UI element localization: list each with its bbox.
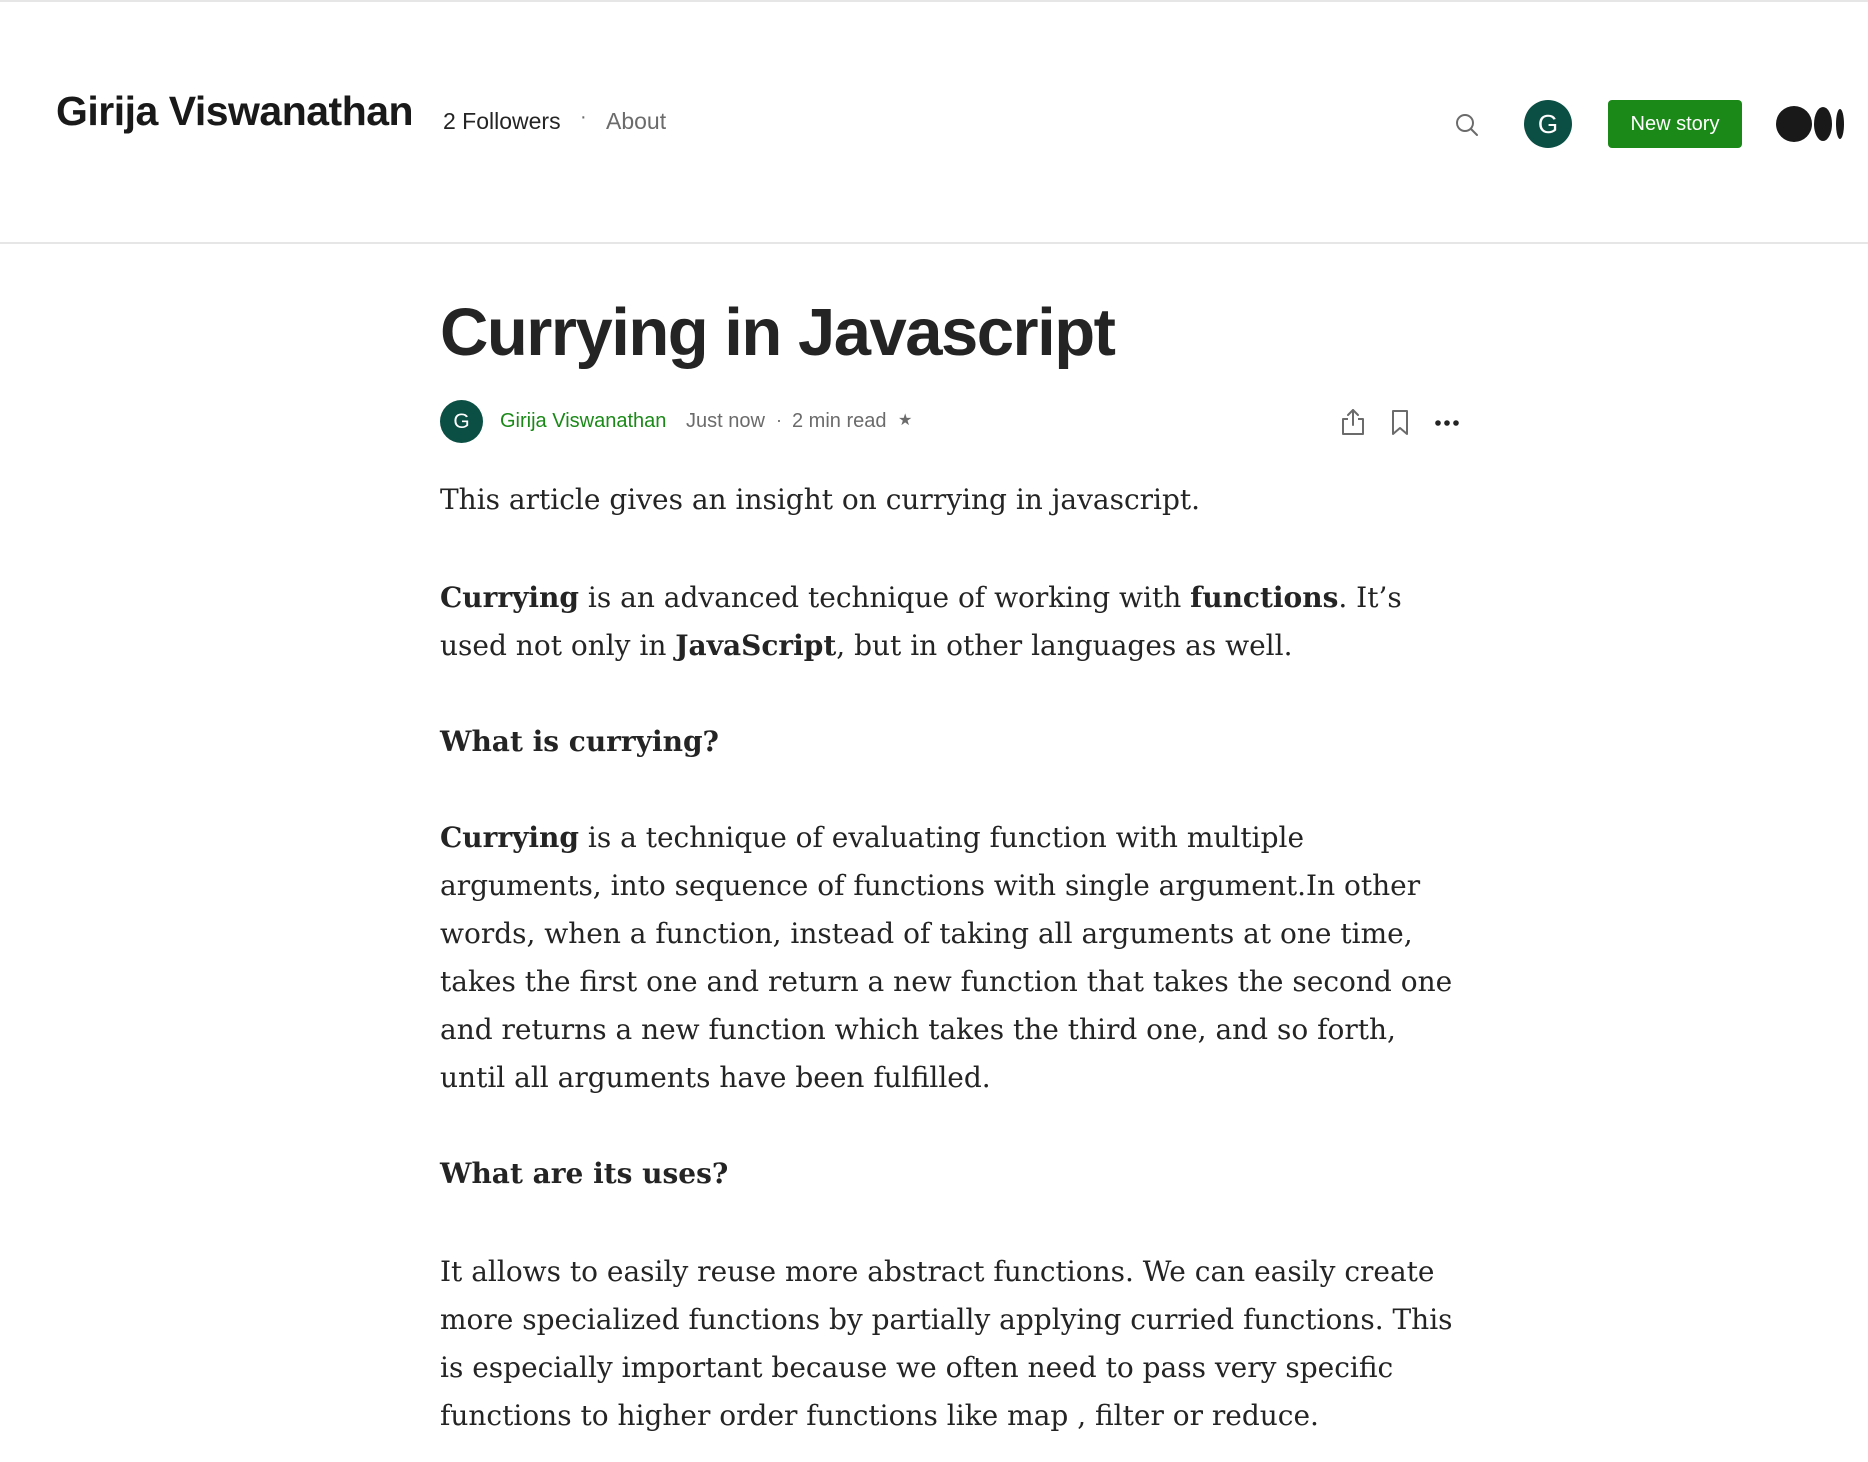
- top-header: Girija Viswanathan 2 Followers · About G…: [0, 2, 1868, 244]
- author-avatar[interactable]: G: [440, 400, 483, 443]
- share-icon[interactable]: [1338, 406, 1368, 438]
- bold-text: functions: [1190, 581, 1339, 614]
- bold-text: Currying: [440, 581, 579, 614]
- publish-time: Just now: [686, 410, 765, 432]
- publication-name[interactable]: Girija Viswanathan: [56, 88, 414, 135]
- more-icon[interactable]: [1432, 406, 1462, 438]
- user-avatar[interactable]: G: [1524, 100, 1572, 148]
- article-title: Currying in Javascript: [440, 295, 1116, 370]
- new-story-button[interactable]: New story: [1608, 100, 1742, 148]
- bookmark-icon[interactable]: [1385, 406, 1415, 438]
- member-star-icon: ★: [898, 410, 913, 429]
- heading-uses: What are its uses?: [440, 1157, 729, 1190]
- medium-logo-icon[interactable]: [1776, 104, 1846, 144]
- paragraph-uses: It allows to easily reuse more abstract …: [440, 1255, 1453, 1432]
- paragraph-definition: Currying is a technique of evaluating fu…: [440, 814, 1470, 1102]
- followers-link[interactable]: 2 Followers: [443, 108, 561, 135]
- read-time: 2 min read: [792, 410, 887, 432]
- bold-text: JavaScript: [675, 629, 837, 662]
- heading-what-is-currying: What is currying?: [440, 725, 719, 758]
- article-meta: G Girija Viswanathan Just now · 2 min re…: [440, 400, 1470, 448]
- article-page: Girija Viswanathan 2 Followers · About G…: [0, 0, 1868, 1462]
- paragraph-text: is a technique of evaluating function wi…: [440, 821, 1453, 1094]
- paragraph-text: is an advanced technique of working with: [579, 581, 1191, 614]
- bold-text: Currying: [440, 821, 579, 854]
- paragraph-text: , but in other languages as well.: [836, 629, 1293, 662]
- about-link[interactable]: About: [606, 108, 666, 135]
- author-name-link[interactable]: Girija Viswanathan: [500, 410, 666, 433]
- header-separator: ·: [580, 106, 587, 128]
- paragraph-currying-intro: Currying is an advanced technique of wor…: [440, 574, 1470, 670]
- search-icon[interactable]: [1452, 110, 1482, 140]
- intro-paragraph: This article gives an insight on curryin…: [440, 483, 1201, 516]
- meta-separator: ·: [776, 410, 782, 430]
